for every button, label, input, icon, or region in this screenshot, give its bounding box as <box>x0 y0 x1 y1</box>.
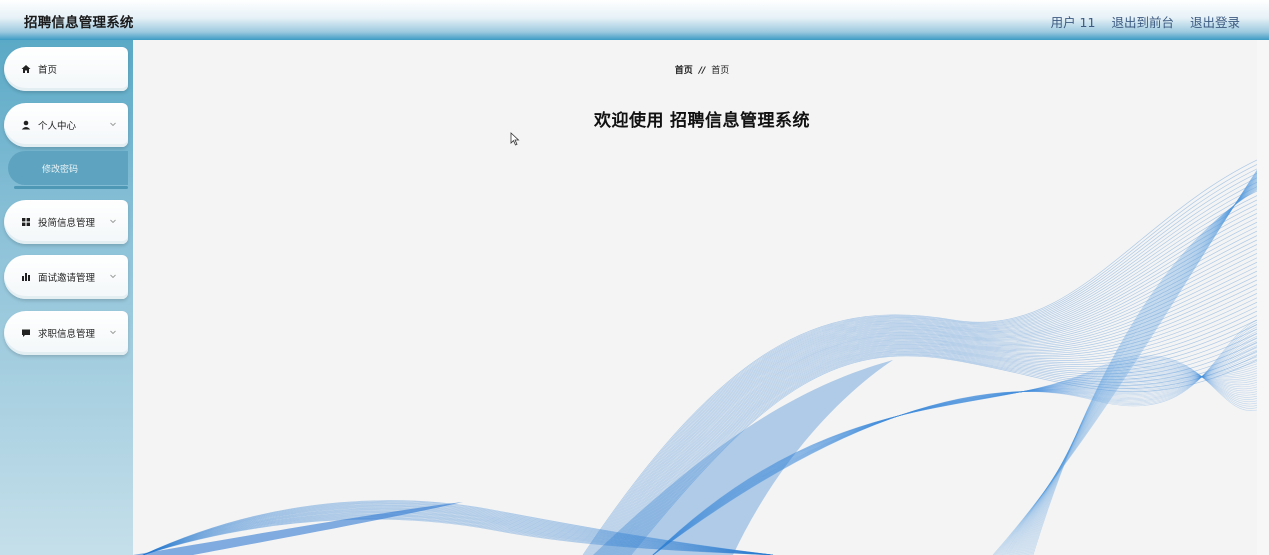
sidebar-item-label: 面试邀请管理 <box>38 273 96 284</box>
grid-icon <box>21 217 31 227</box>
sidebar-item-label: 投简信息管理 <box>38 218 96 229</box>
sidebar-item-home[interactable]: 首页 <box>4 47 128 91</box>
breadcrumb: 首页 // 首页 <box>133 63 1257 76</box>
breadcrumb-separator: // <box>698 66 706 76</box>
welcome-prefix: 欢迎使用 <box>594 111 664 131</box>
home-icon <box>21 64 31 74</box>
sidebar-item-jobseek-management[interactable]: 求职信息管理 <box>4 311 128 355</box>
right-edge-strip <box>1257 40 1269 555</box>
bar-chart-icon <box>21 272 31 282</box>
message-icon <box>21 328 31 338</box>
sidebar-subitem-label: 修改密码 <box>42 164 79 175</box>
chevron-down-icon <box>108 119 118 129</box>
header-actions: 用户 11 退出到前台 退出登录 <box>1051 12 1240 31</box>
sidebar-item-interview-management[interactable]: 面试邀请管理 <box>4 255 128 299</box>
current-user-label: 用户 11 <box>1050 15 1096 30</box>
mouse-cursor-icon <box>510 132 520 146</box>
chevron-down-icon <box>108 327 118 337</box>
welcome-system-name: 招聘信息管理系统 <box>670 111 810 131</box>
logout-link[interactable]: 退出登录 <box>1190 12 1240 31</box>
sidebar-item-label: 个人中心 <box>38 121 77 132</box>
wave-line <box>1025 186 1257 555</box>
user-icon <box>21 120 31 130</box>
top-header: 招聘信息管理系统 用户 11 退出到前台 退出登录 <box>0 0 1269 40</box>
submenu-divider <box>14 186 128 189</box>
sidebar-item-resume-management[interactable]: 投简信息管理 <box>4 200 128 244</box>
sidebar: 首页 个人中心 修改密码 投简信息管理 面试邀请管理 求职信息管理 <box>0 40 133 555</box>
app-title: 招聘信息管理系统 <box>24 15 134 31</box>
breadcrumb-current: 首页 <box>711 66 730 76</box>
exit-to-front-link[interactable]: 退出到前台 <box>1111 12 1174 31</box>
chevron-down-icon <box>108 216 118 226</box>
sidebar-item-label: 首页 <box>38 65 58 76</box>
sidebar-item-personal-center[interactable]: 个人中心 <box>4 103 128 147</box>
page-title: 欢迎使用 招聘信息管理系统 <box>133 106 1257 131</box>
breadcrumb-home-link[interactable]: 首页 <box>675 66 693 76</box>
sidebar-item-label: 求职信息管理 <box>38 329 96 340</box>
sidebar-subitem-change-password[interactable]: 修改密码 <box>8 151 128 185</box>
main-content: 首页 // 首页 欢迎使用 招聘信息管理系统 <box>133 40 1257 555</box>
chevron-down-icon <box>108 271 118 281</box>
